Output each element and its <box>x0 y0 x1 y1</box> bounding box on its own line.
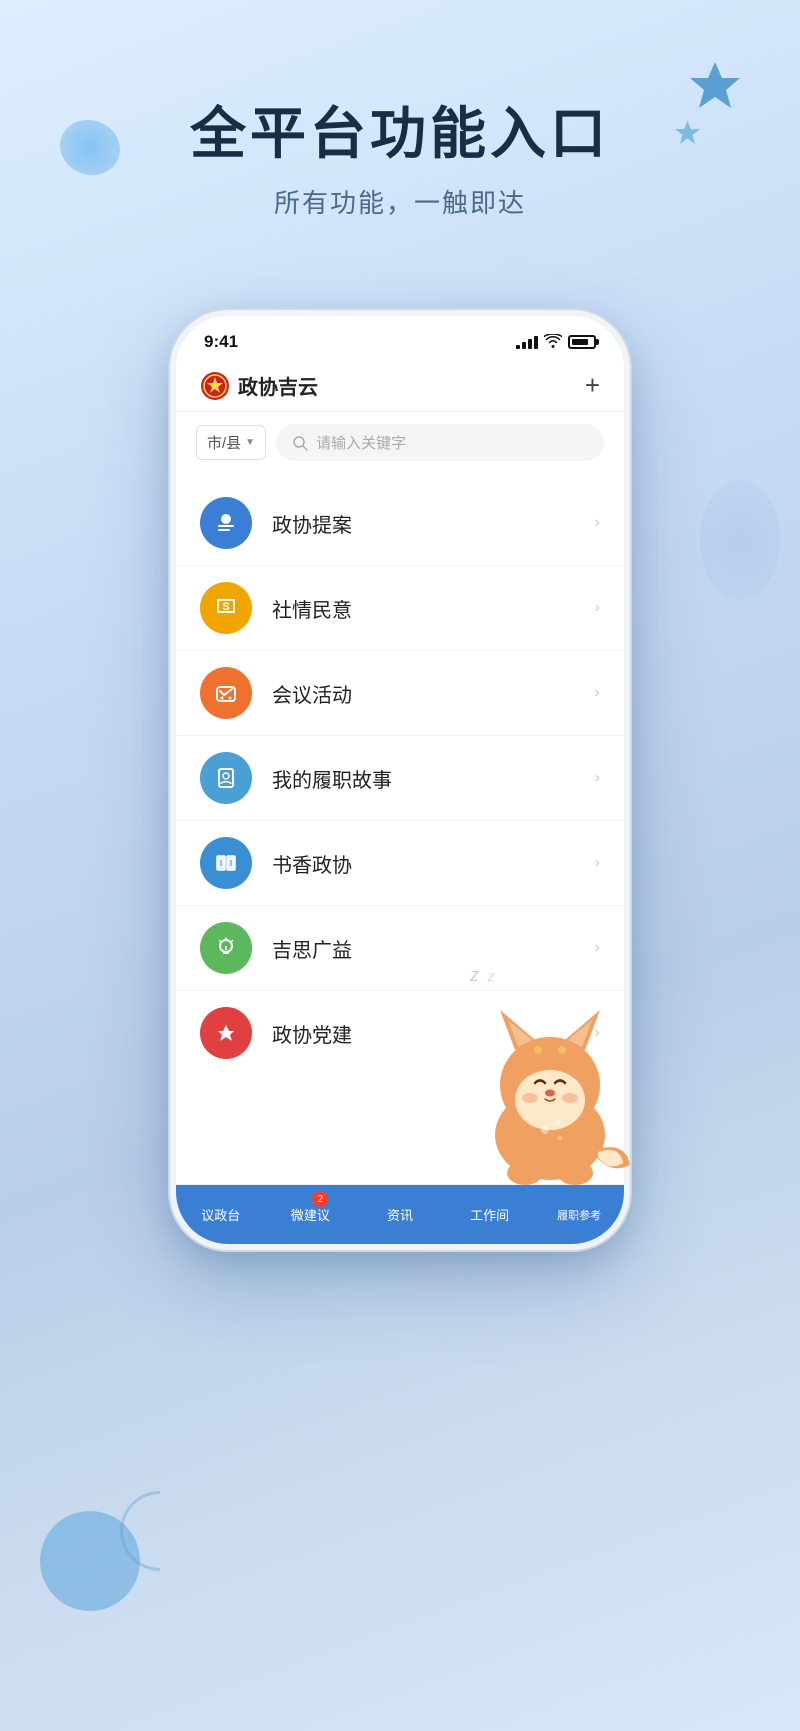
social-icon: S <box>200 582 252 634</box>
arrow-icon: › <box>595 684 600 702</box>
arrow-icon: › <box>595 854 600 872</box>
tab-label-gongjian: 工作间 <box>470 1205 509 1224</box>
search-area: 市/县 ▼ 请输入关键字 <box>176 412 624 473</box>
menu-item-social[interactable]: S 社情民意 › <box>176 566 624 651</box>
meeting-icon <box>200 667 252 719</box>
app-title-area: 政协吉云 <box>200 371 318 401</box>
tab-label-lvzhi: 履职参考 <box>557 1207 601 1223</box>
app-title: 政协吉云 <box>238 371 318 400</box>
hero-section: 全平台功能入口 所有功能，一触即达 <box>0 100 800 220</box>
tab-weijianyi[interactable]: 2 微建议 <box>266 1185 356 1244</box>
menu-item-proposal[interactable]: 政协提案 › <box>176 481 624 566</box>
main-title: 全平台功能入口 <box>0 100 800 167</box>
app-logo-icon <box>200 371 230 401</box>
signal-icon <box>516 335 538 349</box>
tab-zixun[interactable]: 资讯 <box>355 1185 445 1244</box>
zzz-decoration: z z <box>470 965 494 986</box>
party-icon <box>200 1007 252 1059</box>
chevron-down-icon: ▼ <box>245 437 255 448</box>
bg-decoration-blob2 <box>700 480 780 600</box>
menu-label-idea: 吉思广益 <box>272 934 352 963</box>
search-icon <box>292 435 308 451</box>
svg-text:S: S <box>222 601 229 613</box>
wifi-icon <box>544 334 562 351</box>
phone-notch <box>335 316 465 344</box>
tab-label-zixun: 资讯 <box>387 1205 413 1224</box>
sub-title: 所有功能，一触即达 <box>0 183 800 220</box>
status-time: 9:41 <box>204 332 238 352</box>
fox-mascot: z z <box>440 955 660 1195</box>
tab-label-weijianyi: 微建议 <box>291 1205 330 1224</box>
tab-label-yizheng: 议政台 <box>201 1205 240 1224</box>
book-icon <box>200 837 252 889</box>
add-button[interactable]: + <box>585 370 600 401</box>
search-input[interactable]: 请输入关键字 <box>276 424 604 461</box>
city-label: 市/县 <box>207 432 241 453</box>
battery-icon <box>568 335 596 349</box>
menu-item-duty[interactable]: 我的履职故事 › <box>176 736 624 821</box>
city-selector[interactable]: 市/县 ▼ <box>196 425 266 460</box>
menu-label-duty: 我的履职故事 <box>272 764 392 793</box>
menu-label-book: 书香政协 <box>272 849 352 878</box>
menu-item-book[interactable]: 书香政协 › <box>176 821 624 906</box>
menu-label-proposal: 政协提案 <box>272 509 352 538</box>
proposal-icon <box>200 497 252 549</box>
arrow-icon: › <box>595 514 600 532</box>
idea-icon <box>200 922 252 974</box>
menu-label-social: 社情民意 <box>272 594 352 623</box>
arrow-icon: › <box>595 599 600 617</box>
app-header: 政协吉云 + <box>176 360 624 412</box>
search-placeholder: 请输入关键字 <box>316 432 406 453</box>
menu-item-meeting[interactable]: 会议活动 › <box>176 651 624 736</box>
menu-label-party: 政协党建 <box>272 1019 352 1048</box>
menu-label-meeting: 会议活动 <box>272 679 352 708</box>
arrow-icon: › <box>595 769 600 787</box>
fox-svg <box>440 955 660 1195</box>
status-icons <box>516 334 596 351</box>
tab-yizheng[interactable]: 议政台 <box>176 1185 266 1244</box>
duty-icon <box>200 752 252 804</box>
phone-mockup: 9:41 <box>170 310 630 1250</box>
